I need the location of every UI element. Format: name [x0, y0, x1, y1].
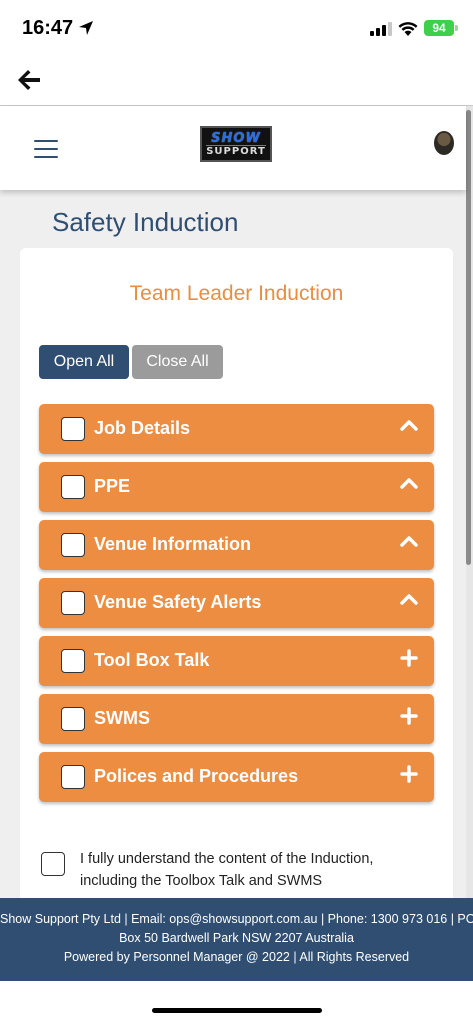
status-bar: 16:47 94	[0, 0, 473, 58]
section-checkbox[interactable]	[61, 533, 85, 557]
section-swms[interactable]: SWMS	[39, 694, 434, 744]
cellular-signal-icon	[370, 22, 392, 36]
site-footer: Show Support Pty Ltd | Email: ops@showsu…	[0, 898, 473, 981]
section-label: PPE	[94, 476, 131, 496]
section-venue-safety-alerts[interactable]: Venue Safety Alerts	[39, 578, 434, 628]
wifi-icon	[398, 22, 418, 36]
status-time: 16:47	[22, 17, 74, 39]
induction-card: Team Leader Induction Open All Close All…	[20, 248, 453, 898]
chevron-up-icon[interactable]	[399, 416, 419, 436]
avatar[interactable]	[434, 131, 454, 155]
site-header: SHOW SUPPORT	[0, 106, 466, 190]
plus-icon[interactable]	[399, 764, 419, 784]
section-checkbox[interactable]	[61, 475, 85, 499]
battery-tip	[455, 25, 458, 31]
section-label: Venue Information	[94, 534, 252, 554]
logo-bottom-text: SUPPORT	[206, 144, 266, 157]
section-checkbox[interactable]	[61, 649, 85, 673]
close-all-button[interactable]: Close All	[132, 345, 223, 379]
back-arrow-icon[interactable]	[16, 68, 42, 92]
battery-indicator: 94	[424, 20, 454, 36]
open-all-button[interactable]: Open All	[39, 345, 129, 379]
section-job-details[interactable]: Job Details	[39, 404, 434, 454]
page-title: Safety Induction	[52, 207, 239, 237]
section-label: Polices and Procedures	[94, 766, 299, 786]
chevron-up-icon[interactable]	[399, 590, 419, 610]
section-label: SWMS	[94, 708, 150, 728]
home-indicator[interactable]	[152, 1008, 322, 1013]
chevron-up-icon[interactable]	[399, 532, 419, 552]
section-tool-box-talk[interactable]: Tool Box Talk	[39, 636, 434, 686]
scrollbar-thumb[interactable]	[466, 110, 471, 565]
plus-icon[interactable]	[399, 706, 419, 726]
hamburger-menu-icon[interactable]	[34, 140, 58, 158]
footer-line-2: Box 50 Bardwell Park NSW 2207 Australia	[119, 931, 354, 945]
logo-top-text: SHOW	[211, 130, 261, 146]
section-checkbox[interactable]	[61, 765, 85, 789]
agreement-line-1: I fully understand the content of the In…	[80, 851, 374, 867]
plus-icon[interactable]	[399, 648, 419, 668]
location-arrow-icon	[79, 21, 93, 35]
agreement-line-2: including the Toolbox Talk and SWMS	[80, 873, 323, 889]
section-checkbox[interactable]	[61, 591, 85, 615]
browser-back-bar	[0, 58, 473, 106]
section-label: Tool Box Talk	[94, 650, 210, 670]
section-label: Venue Safety Alerts	[94, 592, 262, 612]
section-ppe[interactable]: PPE	[39, 462, 434, 512]
agreement-checkbox[interactable]	[41, 852, 65, 876]
main-content: Safety Induction Team Leader Induction O…	[0, 190, 466, 898]
section-checkbox[interactable]	[61, 417, 85, 441]
section-checkbox[interactable]	[61, 707, 85, 731]
card-title: Team Leader Induction	[129, 282, 344, 305]
section-venue-information[interactable]: Venue Information	[39, 520, 434, 570]
section-label: Job Details	[94, 418, 191, 438]
agreement-text: I fully understand the content of the In…	[80, 848, 420, 892]
section-polices-and-procedures[interactable]: Polices and Procedures	[39, 752, 434, 802]
footer-line-1: Show Support Pty Ltd | Email: ops@showsu…	[0, 912, 473, 926]
footer-line-3: Powered by Personnel Manager @ 2022 | Al…	[63, 950, 410, 964]
show-support-logo[interactable]: SHOW SUPPORT	[200, 126, 272, 162]
chevron-up-icon[interactable]	[399, 474, 419, 494]
